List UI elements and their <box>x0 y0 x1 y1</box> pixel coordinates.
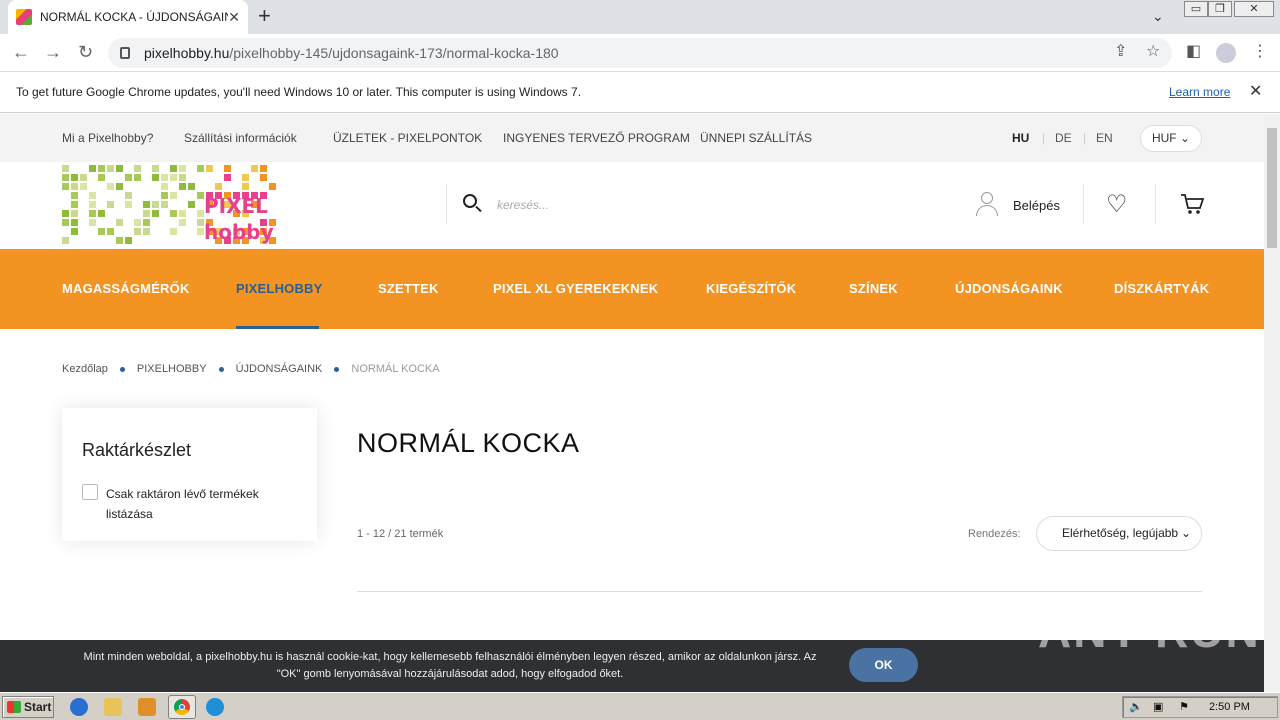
search-input[interactable]: keresés... <box>497 198 549 212</box>
update-infobar: To get future Google Chrome updates, you… <box>0 72 1280 113</box>
learn-more-link[interactable]: Learn more <box>1169 85 1230 99</box>
page-title: NORMÁL KOCKA <box>357 428 580 458</box>
lang-en[interactable]: EN <box>1096 131 1113 145</box>
share-icon[interactable]: ⇪ <box>1114 41 1127 61</box>
url-text: pixelhobby.hu/pixelhobby-145/ujdonsagain… <box>144 45 559 61</box>
windows-taskbar: Start 🔈 ▣ ⚑ 2:50 PM <box>0 692 1280 720</box>
cookie-text: Mint minden weboldal, a pixelhobby.hu is… <box>83 651 817 680</box>
flag-icon[interactable]: ⚑ <box>1179 700 1189 713</box>
address-bar[interactable]: pixelhobby.hu/pixelhobby-145/ujdonsagain… <box>108 38 1172 68</box>
menu-item-szinek[interactable]: SZÍNEK <box>849 281 898 296</box>
cookie-ok-button[interactable]: OK <box>849 648 918 682</box>
filter-title: Raktárkészlet <box>82 440 192 460</box>
close-window-button[interactable]: ✕ <box>1234 1 1274 17</box>
user-icon[interactable] <box>976 192 998 216</box>
product-count: 1 - 12 / 21 termék <box>357 528 444 540</box>
restore-button[interactable]: ❐ <box>1208 1 1232 17</box>
bookmark-star-icon[interactable]: ☆ <box>1146 41 1160 61</box>
menu-item-pixel-xl[interactable]: PIXEL XL GYEREKEKNEK <box>493 281 658 296</box>
top-navigation: Mi a Pixelhobby? Szállítási információk … <box>0 114 1264 162</box>
lock-icon <box>120 47 130 59</box>
edge-icon[interactable] <box>206 698 224 716</box>
ie-icon[interactable] <box>70 698 88 716</box>
sort-label: Rendezés: <box>968 528 1021 540</box>
sort-value: Elérhetőség, legújabb <box>1062 526 1179 540</box>
chevron-down-icon: ⌄ <box>1180 526 1191 540</box>
wishlist-heart-icon[interactable]: ♡ <box>1106 190 1128 219</box>
media-player-icon[interactable] <box>138 698 156 716</box>
in-stock-checkbox-label[interactable]: Csak raktáron lévő termékek listázása <box>106 484 296 524</box>
chrome-taskbar-button[interactable] <box>168 695 196 719</box>
side-panel-icon[interactable]: ◧ <box>1186 41 1201 61</box>
lang-de[interactable]: DE <box>1055 131 1072 145</box>
lang-divider: | <box>1042 131 1046 145</box>
menu-item-magassagmerok[interactable]: MAGASSÁGMÉRŐK <box>62 281 190 296</box>
volume-icon[interactable]: 🔈 <box>1129 700 1143 713</box>
divider <box>357 591 1202 592</box>
topnav-link-designer[interactable]: INGYENES TERVEZŐ PROGRAM <box>503 131 690 145</box>
anyrun-watermark: ANY RUN <box>1038 605 1261 657</box>
currency-select[interactable]: HUF ⌄ <box>1140 125 1202 152</box>
cart-icon[interactable] <box>1180 192 1205 221</box>
menu-item-diszkartyak[interactable]: DÍSZKÁRTYÁK <box>1114 281 1209 296</box>
menu-dots-icon[interactable]: ⋮ <box>1252 41 1268 61</box>
infobar-message: To get future Google Chrome updates, you… <box>16 85 582 99</box>
sort-select[interactable]: Elérhetőség, legújabb ⌄ <box>1036 516 1202 551</box>
main-menu: MAGASSÁGMÉRŐK PIXELHOBBY SZETTEK PIXEL X… <box>0 249 1264 329</box>
menu-item-pixelhobby[interactable]: PIXELHOBBY <box>236 281 323 296</box>
tab-bar: NORMÁL KOCKA - ÚJDONSÁGAINK ✕ + ⌄ ▭ ❐ ✕ <box>0 0 1280 34</box>
minimize-button[interactable]: ▭ <box>1184 1 1208 17</box>
favicon-icon <box>16 9 32 25</box>
back-icon[interactable]: ← <box>12 42 30 63</box>
in-stock-checkbox[interactable] <box>82 484 98 500</box>
svg-text:PIXEL: PIXEL <box>204 194 268 218</box>
topnav-link-about[interactable]: Mi a Pixelhobby? <box>62 131 153 145</box>
stock-filter-panel: Raktárkészlet Csak raktáron lévő terméke… <box>62 408 317 541</box>
forward-icon[interactable]: → <box>44 42 62 63</box>
tab-close-icon[interactable]: ✕ <box>228 9 240 26</box>
browser-tab[interactable]: NORMÁL KOCKA - ÚJDONSÁGAINK ✕ <box>8 0 248 34</box>
lang-divider: | <box>1083 131 1087 145</box>
menu-item-ujdonsagaink[interactable]: ÚJDONSÁGAINK <box>955 281 1063 296</box>
browser-toolbar: ← → ↻ pixelhobby.hu/pixelhobby-145/ujdon… <box>0 34 1280 72</box>
breadcrumb-pixelhobby[interactable]: PIXELHOBBY <box>137 363 207 375</box>
breadcrumb-ujdonsagaink[interactable]: ÚJDONSÁGAINK <box>236 363 323 375</box>
site-header: PIXEL hobby keresés... Belépés ♡ <box>0 162 1264 249</box>
tab-title: NORMÁL KOCKA - ÚJDONSÁGAINK <box>40 10 229 24</box>
active-menu-underline <box>236 326 319 329</box>
scrollbar-thumb[interactable] <box>1267 128 1277 248</box>
topnav-link-stores[interactable]: ÜZLETEK - PIXELPONTOK <box>333 131 482 145</box>
page-scrollbar[interactable] <box>1264 114 1280 692</box>
menu-item-kiegeszitok[interactable]: KIEGÉSZÍTŐK <box>706 281 796 296</box>
profile-icon[interactable] <box>1216 43 1236 63</box>
pixelhobby-logo[interactable]: PIXEL hobby <box>62 165 282 247</box>
windows-logo-icon <box>7 701 21 713</box>
new-tab-button[interactable]: + <box>258 5 271 27</box>
lang-hu[interactable]: HU <box>1012 131 1029 145</box>
topnav-link-holiday[interactable]: ÜNNEPI SZÁLLÍTÁS <box>700 131 812 145</box>
network-icon[interactable]: ▣ <box>1153 700 1163 713</box>
infobar-close-icon[interactable]: ✕ <box>1249 81 1262 101</box>
menu-item-szettek[interactable]: SZETTEK <box>378 281 439 296</box>
currency-value: HUF <box>1151 131 1177 145</box>
breadcrumb-home[interactable]: Kezdőlap <box>62 363 108 375</box>
clock: 2:50 PM <box>1209 701 1250 713</box>
reload-icon[interactable]: ↻ <box>78 42 93 63</box>
explorer-icon[interactable] <box>104 698 122 716</box>
topnav-link-shipping[interactable]: Szállítási információk <box>184 131 297 145</box>
start-button[interactable]: Start <box>2 696 54 718</box>
tab-search-chevron-icon[interactable]: ⌄ <box>1152 8 1164 25</box>
breadcrumb-current: NORMÁL KOCKA <box>351 363 440 375</box>
search-box[interactable]: keresés... <box>446 184 916 224</box>
login-link[interactable]: Belépés <box>1013 198 1060 213</box>
breadcrumb: Kezdőlap PIXELHOBBY ÚJDONSÁGAINK NORMÁL … <box>62 363 440 375</box>
svg-text:hobby: hobby <box>204 220 274 244</box>
system-tray: 🔈 ▣ ⚑ 2:50 PM <box>1122 696 1278 718</box>
